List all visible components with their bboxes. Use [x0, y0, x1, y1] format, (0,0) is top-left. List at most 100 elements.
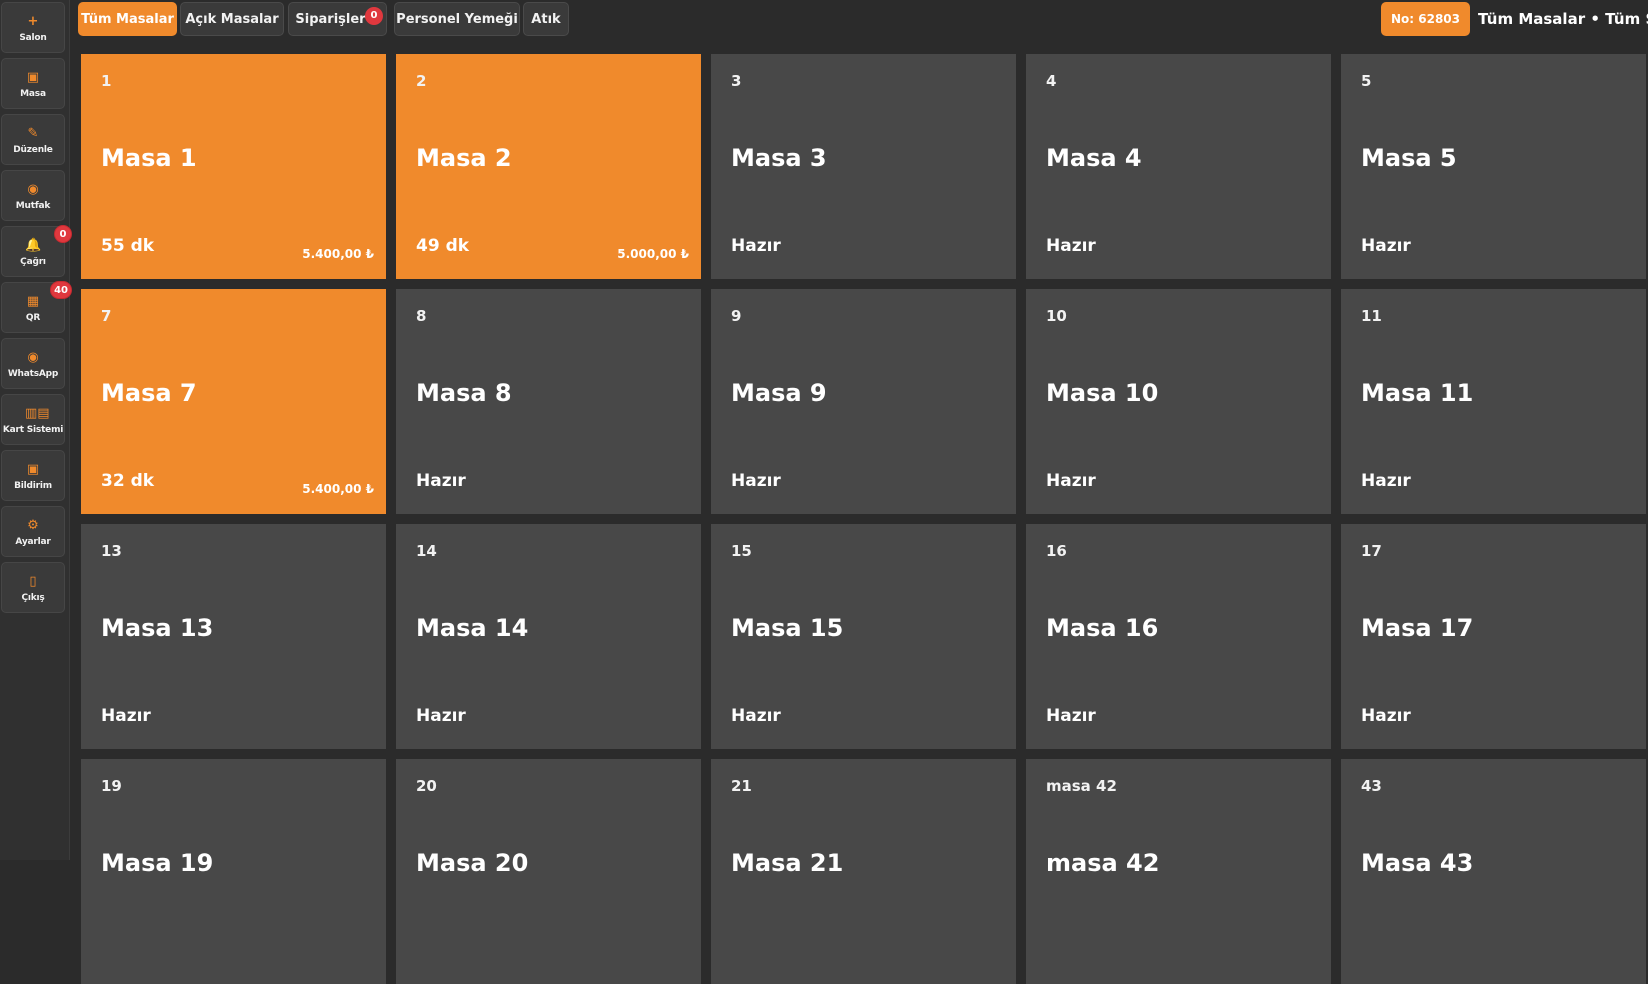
tab-label: Atık: [531, 12, 561, 27]
table-amount: 5.400,00 ₺: [302, 482, 374, 496]
sidebar-item-label: Ayarlar: [15, 537, 51, 547]
sidebar-item-label: Mutfak: [15, 201, 51, 211]
tab-label: Açık Masalar: [185, 12, 279, 27]
table-name: Masa 3: [731, 144, 827, 172]
sidebar-item-label: Düzenle: [13, 145, 53, 155]
plus-icon: +: [27, 14, 39, 29]
sidebar-item-label: Bildirim: [14, 481, 52, 491]
table-card[interactable]: 10 Masa 10 Hazır: [1026, 289, 1331, 514]
sidebar-item-masa[interactable]: ▣ Masa: [1, 58, 65, 109]
table-card[interactable]: 20 Masa 20: [396, 759, 701, 984]
sidebar-item-label: WhatsApp: [7, 369, 59, 379]
table-card[interactable]: 21 Masa 21: [711, 759, 1016, 984]
table-number: 9: [731, 307, 742, 325]
table-status: Hazır: [1046, 706, 1096, 726]
table-status: Hazır: [1046, 236, 1096, 256]
bell-icon: 🔔: [25, 238, 42, 253]
table-card[interactable]: 15 Masa 15 Hazır: [711, 524, 1016, 749]
table-name: Masa 16: [1046, 614, 1159, 642]
sidebar-item-kart-sistemi[interactable]: ▥▤ Kart Sistemi: [1, 394, 65, 445]
table-card[interactable]: 13 Masa 13 Hazır: [81, 524, 386, 749]
sidebar-item-bildirim[interactable]: ▣ Bildirim: [1, 450, 65, 501]
table-name: Masa 21: [731, 849, 844, 877]
tab-atık[interactable]: Atık: [523, 2, 569, 36]
table-card[interactable]: 2 Masa 2 49 dk 5.000,00 ₺: [396, 54, 701, 279]
whatsapp-icon: ◉: [27, 350, 39, 365]
table-name: Masa 19: [101, 849, 214, 877]
table-card[interactable]: 19 Masa 19: [81, 759, 386, 984]
table-status: Hazır: [101, 706, 151, 726]
table-number: 43: [1361, 777, 1382, 795]
table-card[interactable]: 11 Masa 11 Hazır: [1341, 289, 1646, 514]
context-title: Tüm Masalar • Tüm Salonlar •: [1478, 10, 1648, 28]
table-status: Hazır: [416, 471, 466, 491]
table-name: Masa 17: [1361, 614, 1474, 642]
sidebar-item-label: Kart Sistemi: [2, 425, 64, 435]
tab-siparişler[interactable]: Siparişler 0: [288, 2, 387, 36]
table-card[interactable]: 9 Masa 9 Hazır: [711, 289, 1016, 514]
sidebar-item-label: Salon: [19, 33, 47, 43]
table-status: Hazır: [1361, 236, 1411, 256]
table-card[interactable]: 7 Masa 7 32 dk 5.400,00 ₺: [81, 289, 386, 514]
table-number: 20: [416, 777, 437, 795]
table-name: Masa 1: [101, 144, 197, 172]
table-number: 14: [416, 542, 437, 560]
table-number: 21: [731, 777, 752, 795]
table-number: 16: [1046, 542, 1067, 560]
tab-label: Tüm Masalar: [81, 12, 174, 27]
sidebar-item-düzenle[interactable]: ✎ Düzenle: [1, 114, 65, 165]
table-card[interactable]: 8 Masa 8 Hazır: [396, 289, 701, 514]
table-number: 1: [101, 72, 112, 90]
table-icon: ▣: [26, 70, 40, 85]
table-number: masa 42: [1046, 777, 1117, 795]
table-status: Hazır: [731, 236, 781, 256]
table-card[interactable]: 16 Masa 16 Hazır: [1026, 524, 1331, 749]
table-name: Masa 43: [1361, 849, 1474, 877]
table-card[interactable]: 43 Masa 43: [1341, 759, 1646, 984]
table-card[interactable]: 5 Masa 5 Hazır: [1341, 54, 1646, 279]
table-card[interactable]: 17 Masa 17 Hazır: [1341, 524, 1646, 749]
table-status: Hazır: [731, 471, 781, 491]
table-card[interactable]: 4 Masa 4 Hazır: [1026, 54, 1331, 279]
table-name: Masa 11: [1361, 379, 1474, 407]
sidebar-item-çıkış[interactable]: ▯ Çıkış: [1, 562, 65, 613]
table-status: Hazır: [1361, 471, 1411, 491]
table-name: Masa 4: [1046, 144, 1142, 172]
notification-count-badge: 0: [54, 225, 72, 243]
table-status: 32 dk: [101, 471, 155, 491]
table-number: 15: [731, 542, 752, 560]
sidebar-item-mutfak[interactable]: ◉ Mutfak: [1, 170, 65, 221]
pencil-icon: ✎: [27, 126, 39, 141]
table-amount: 5.000,00 ₺: [617, 247, 689, 261]
table-status: Hazır: [1046, 471, 1096, 491]
sidebar-item-qr[interactable]: ▦ QR 40: [1, 281, 72, 333]
table-number: 4: [1046, 72, 1057, 90]
table-card[interactable]: 3 Masa 3 Hazır: [711, 54, 1016, 279]
sidebar-item-whatsapp[interactable]: ◉ WhatsApp: [1, 338, 65, 389]
orders-count-badge: 0: [365, 7, 383, 25]
sidebar-item-ayarlar[interactable]: ⚙ Ayarlar: [1, 506, 65, 557]
table-status: Hazır: [1361, 706, 1411, 726]
sidebar-item-salon[interactable]: + Salon: [1, 2, 65, 53]
sidebar-item-label: Çağrı: [20, 257, 46, 267]
barcode-icon: ▥▤: [25, 406, 50, 421]
table-status: Hazır: [416, 706, 466, 726]
kitchen-icon: ◉: [27, 182, 39, 197]
tab-label: Siparişler: [295, 12, 366, 27]
table-card[interactable]: 1 Masa 1 55 dk 5.400,00 ₺: [81, 54, 386, 279]
table-status: Hazır: [731, 706, 781, 726]
table-name: Masa 14: [416, 614, 529, 642]
tab-açık-masalar[interactable]: Açık Masalar: [180, 2, 284, 36]
tab-tüm-masalar[interactable]: Tüm Masalar: [78, 2, 177, 36]
table-name: Masa 13: [101, 614, 214, 642]
table-name: Masa 7: [101, 379, 197, 407]
sidebar-item-çağrı[interactable]: 🔔 Çağrı 0: [1, 225, 72, 277]
exit-icon: ▯: [29, 574, 37, 589]
table-card[interactable]: 14 Masa 14 Hazır: [396, 524, 701, 749]
sidebar: + Salon ▣ Masa ✎ Düzenle ◉ Mutfak 🔔 Çağrı 0 ▦ QR 40 ◉ W…: [0, 0, 72, 860]
table-number: 17: [1361, 542, 1382, 560]
table-card[interactable]: masa 42 masa 42: [1026, 759, 1331, 984]
qr-icon: ▦: [26, 294, 40, 309]
tab-personel-yemeği[interactable]: Personel Yemeği: [394, 2, 520, 36]
table-name: Masa 20: [416, 849, 529, 877]
